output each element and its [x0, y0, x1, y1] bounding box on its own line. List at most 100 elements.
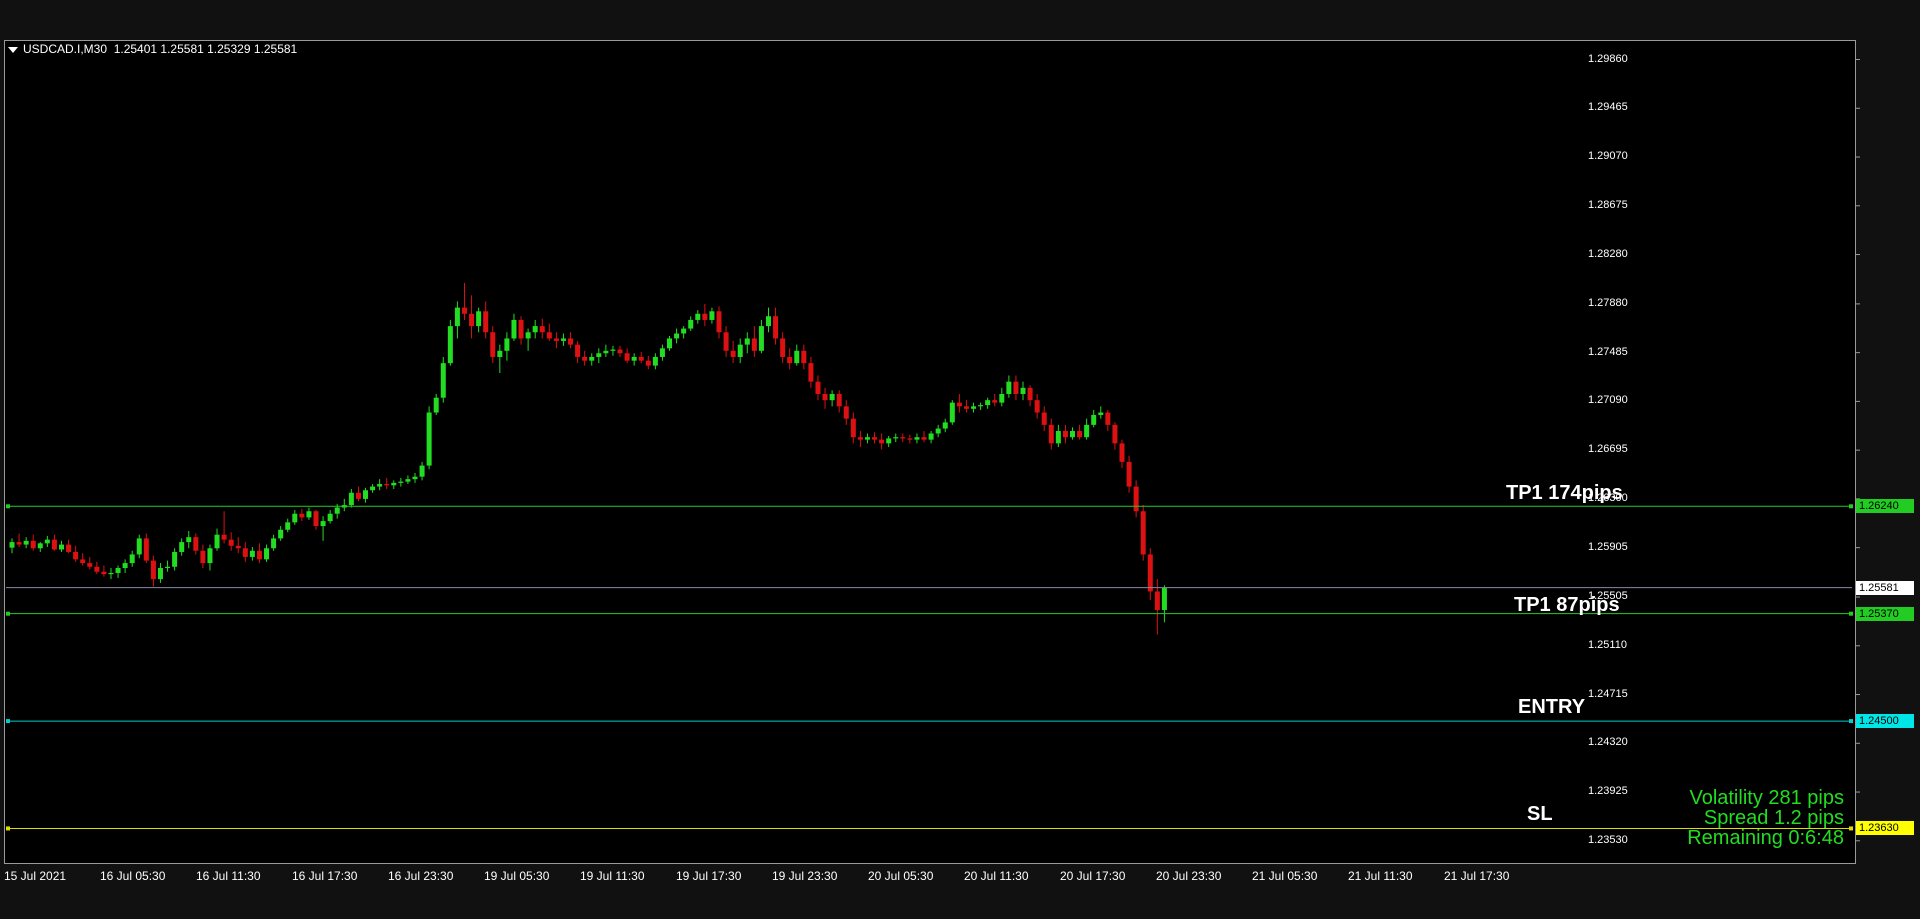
candle [58, 540, 64, 552]
candle-body [115, 568, 121, 573]
candle-body [122, 563, 128, 569]
candle-body [327, 513, 333, 522]
candle [1112, 422, 1118, 450]
candle-body [355, 492, 361, 499]
candle [1048, 418, 1054, 450]
candle [412, 472, 418, 483]
time-tick-label: 16 Jul 23:30 [388, 869, 454, 883]
price-tick-label: 1.27090 [1588, 394, 1628, 407]
line-handle[interactable] [6, 611, 10, 616]
line-handle[interactable] [6, 719, 10, 724]
candle-body [744, 338, 750, 345]
candle-body [645, 360, 651, 366]
candle [935, 424, 941, 438]
line-handle[interactable] [6, 826, 10, 831]
candle [695, 310, 701, 324]
candle [193, 533, 199, 555]
candle-body [476, 311, 482, 327]
candle-body [320, 521, 326, 527]
candle [610, 345, 616, 356]
price-tick-label: 1.29860 [1588, 52, 1628, 65]
candle-body [426, 412, 432, 466]
candle-body [271, 538, 277, 549]
candle-body [1133, 486, 1139, 512]
candle-body [264, 548, 270, 560]
price-tick-label: 1.25110 [1588, 638, 1627, 651]
candle-body [30, 540, 36, 549]
candle [603, 344, 609, 357]
line-handle[interactable] [1849, 826, 1853, 831]
candle-body [589, 356, 595, 361]
candle-body [610, 349, 616, 351]
candle-body [949, 402, 955, 423]
line-handle[interactable] [6, 504, 10, 509]
candle-body [299, 513, 305, 518]
candle [525, 328, 531, 351]
candle [575, 340, 581, 364]
candle-body [334, 507, 340, 514]
candle [709, 307, 715, 324]
candle [751, 326, 757, 357]
candle [278, 526, 284, 541]
candle [242, 542, 248, 562]
chevron-down-icon[interactable] [8, 46, 18, 53]
candle [129, 550, 135, 567]
candle-body [242, 548, 248, 557]
candle [1147, 548, 1153, 601]
candle [1070, 427, 1075, 440]
candle [893, 433, 899, 443]
candle-body [384, 484, 390, 486]
candle [157, 563, 163, 583]
time-tick-label: 20 Jul 17:30 [1060, 869, 1126, 883]
candlestick-chart[interactable] [0, 0, 1920, 919]
candle [511, 313, 517, 341]
candle-body [44, 539, 50, 544]
candle-body [624, 353, 630, 361]
candle [461, 282, 467, 320]
candle [186, 530, 192, 549]
time-tick-label: 19 Jul 11:30 [580, 869, 645, 883]
candle [681, 326, 687, 339]
candle [638, 352, 644, 364]
line-handle[interactable] [1849, 719, 1853, 724]
candle [652, 353, 658, 370]
candle-body [780, 338, 786, 357]
candle-body [94, 566, 100, 572]
candle-body [546, 332, 552, 339]
candle [716, 306, 722, 339]
candle [702, 303, 708, 327]
candle [674, 328, 680, 344]
candle [483, 301, 489, 339]
candle [447, 319, 453, 366]
candle [1027, 385, 1033, 407]
line-handle[interactable] [1849, 611, 1853, 616]
candle [921, 431, 927, 443]
price-tick-label: 1.23925 [1588, 785, 1628, 798]
price-tick-label: 1.27485 [1588, 345, 1628, 358]
candle-body [469, 313, 475, 327]
candle [94, 561, 100, 575]
candle-body [864, 437, 870, 440]
candle-body [504, 338, 510, 351]
symbol-header[interactable]: USDCAD.I,M30 1.25401 1.25581 1.25329 1.2… [8, 42, 297, 56]
line-handle[interactable] [1849, 504, 1853, 509]
candle [730, 340, 736, 364]
candle-body [935, 428, 941, 434]
candle [264, 544, 270, 562]
candle-body [136, 538, 142, 555]
price-tick-label: 1.26695 [1588, 443, 1628, 456]
candle-body [179, 542, 185, 552]
candle [624, 348, 630, 364]
candle-body [850, 418, 856, 438]
candle-body [1020, 387, 1026, 394]
candle-body [200, 550, 206, 564]
candle-body [221, 534, 227, 540]
candle [9, 538, 15, 554]
candle [1084, 418, 1090, 440]
info-panel: Volatility 281 pips Spread 1.2 pips Rema… [1687, 788, 1844, 848]
candle [355, 486, 361, 502]
candle [1105, 410, 1111, 432]
candle-body [1062, 431, 1068, 438]
candle-body [956, 402, 962, 407]
candle-body [702, 313, 708, 320]
